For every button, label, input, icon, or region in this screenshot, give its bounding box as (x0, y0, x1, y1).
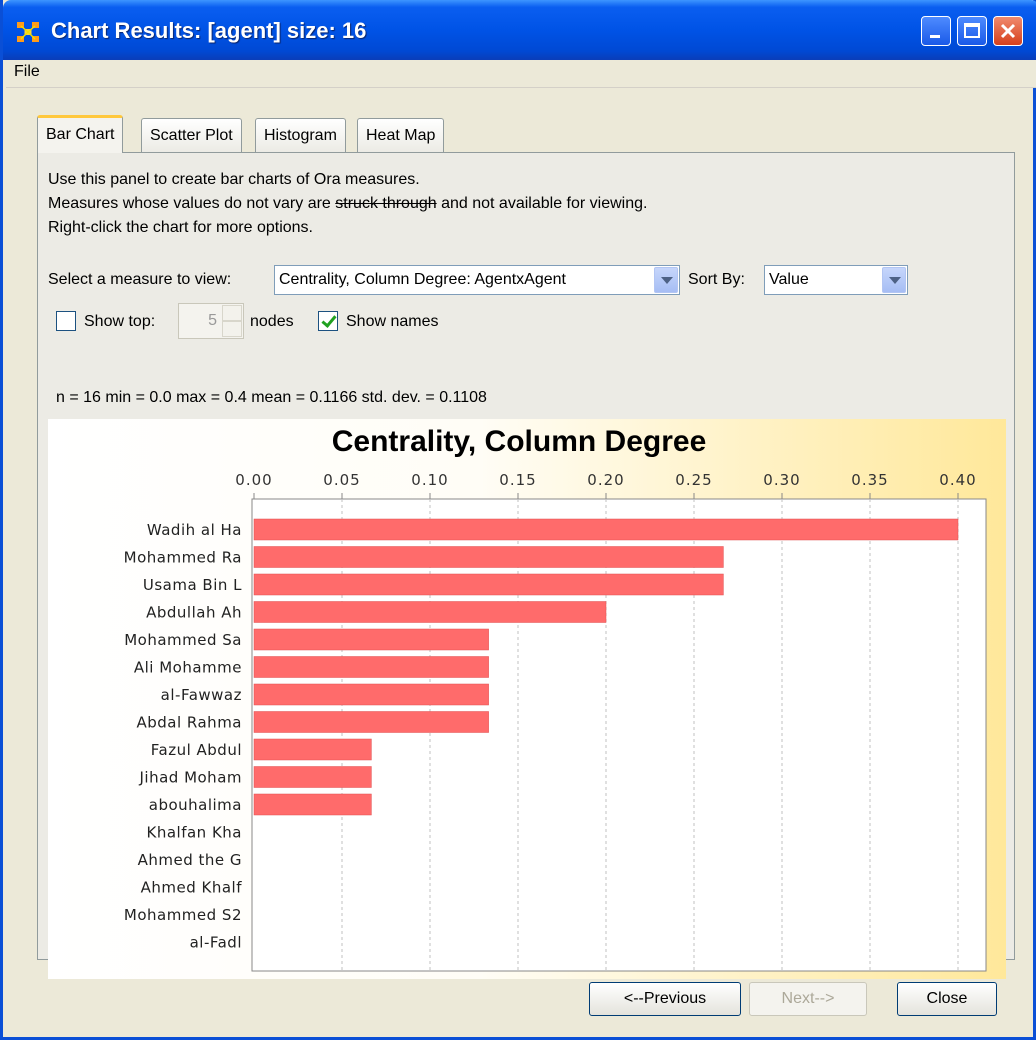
close-button[interactable]: Close (897, 982, 997, 1016)
show-names-label: Show names (346, 313, 439, 330)
description-line-2-start: Measures whose values do not vary are (48, 195, 336, 212)
show-top-checkbox[interactable] (56, 311, 76, 331)
close-icon (1000, 23, 1016, 39)
tick-label: 0.35 (851, 471, 888, 489)
previous-button[interactable]: <--Previous (589, 982, 741, 1016)
bar (253, 683, 489, 706)
tick-label: 0.05 (323, 471, 360, 489)
chevron-down-icon[interactable] (654, 267, 678, 293)
category-label: Usama Bin L (143, 576, 242, 594)
window-title: Chart Results: [agent] size: 16 (51, 18, 367, 43)
bar (253, 793, 372, 816)
bar-chart-area[interactable]: Centrality, Column Degree 0.00 0.05 0.10 0.1… (48, 419, 1006, 979)
tab-heat-map[interactable]: Heat Map (357, 118, 445, 152)
bar (253, 656, 489, 678)
maximize-icon (964, 23, 980, 38)
category-label: Ahmed Khalf (141, 879, 243, 897)
struck-through-example: struck through (335, 195, 437, 212)
show-names-checkbox[interactable] (318, 311, 338, 331)
category-label: abouhalima (149, 796, 242, 814)
tab-histogram[interactable]: Histogram (255, 118, 346, 152)
show-top-value: 5 (208, 312, 217, 329)
description-line-1: Use this panel to create bar charts of O… (48, 171, 420, 188)
chart-results-window: Chart Results: [agent] size: 16 File Bar… (0, 0, 1036, 1040)
category-label: Khalfan Kha (147, 824, 243, 842)
bar (253, 628, 489, 651)
close-window-button[interactable] (993, 16, 1023, 46)
category-label: Wadih al Ha (147, 521, 242, 539)
category-label: Mohammed S2 (124, 906, 242, 924)
sort-by-select-value: Value (769, 271, 809, 288)
category-label: Mohammed Sa (124, 631, 242, 649)
title-bar[interactable]: Chart Results: [agent] size: 16 (3, 0, 1036, 60)
minimize-icon (930, 35, 940, 38)
category-label: Fazul Abdul (151, 741, 242, 759)
category-label: Ahmed the G (138, 851, 242, 869)
category-label: Mohammed Ra (124, 549, 242, 567)
bar (253, 518, 959, 541)
bar (253, 766, 372, 788)
nodes-label: nodes (250, 313, 294, 330)
chart-title: Centrality, Column Degree (332, 425, 707, 458)
description-line-3: Right-click the chart for more options. (48, 219, 313, 236)
next-button[interactable]: Next--> (749, 982, 867, 1016)
tab-scatter-plot[interactable]: Scatter Plot (141, 118, 242, 152)
tick-label: 0.15 (499, 471, 536, 489)
show-top-label: Show top: (84, 313, 156, 330)
bar (253, 601, 607, 623)
measure-select[interactable]: Centrality, Column Degree: AgentxAgent (274, 265, 680, 295)
bar-chart-panel: Use this panel to create bar charts of O… (37, 152, 1015, 979)
tick-label: 0.10 (411, 471, 448, 489)
chevron-down-icon[interactable] (882, 267, 906, 293)
tick-label: 0.40 (939, 471, 976, 489)
category-label: Abdal Rahma (136, 714, 242, 732)
tick-label: 0.20 (587, 471, 624, 489)
description-line-2: Measures whose values do not vary are st… (48, 195, 647, 213)
bar (253, 573, 724, 596)
category-label: al-Fadl (190, 934, 242, 952)
tab-bar-chart[interactable]: Bar Chart (37, 115, 124, 153)
spinner-up-icon[interactable] (222, 305, 242, 321)
show-top-spinner[interactable]: 5 (178, 303, 244, 339)
bar (253, 711, 489, 733)
bar (253, 546, 724, 568)
statistics-summary: n = 16 min = 0.0 max = 0.4 mean = 0.1166… (56, 389, 487, 406)
tick-label: 0.30 (763, 471, 800, 489)
plot-area (251, 498, 987, 972)
measure-label: Select a measure to view: (48, 271, 232, 288)
bar (253, 738, 372, 761)
description-line-2-end: and not available for viewing. (436, 195, 648, 212)
menu-bar: File (6, 60, 1036, 88)
category-label: Ali Mohamme (134, 659, 242, 677)
tabbed-panel: Bar Chart Scatter Plot Histogram Heat Ma… (37, 115, 1015, 979)
category-label: al-Fawwaz (161, 686, 242, 704)
tick-label: 0.25 (675, 471, 712, 489)
minimize-button[interactable] (921, 16, 951, 46)
bar-chart[interactable]: Centrality, Column Degree 0.00 0.05 0.10 0.1… (48, 419, 1006, 979)
sort-by-select[interactable]: Value (764, 265, 908, 295)
category-label: Abdullah Ah (146, 604, 242, 622)
category-label: Jihad Moham (138, 769, 242, 787)
spinner-down-icon[interactable] (222, 321, 242, 337)
sort-by-label: Sort By: (688, 271, 745, 288)
maximize-button[interactable] (957, 16, 987, 46)
tick-label: 0.00 (235, 471, 272, 489)
menu-file[interactable]: File (14, 63, 40, 81)
ora-app-icon (17, 22, 39, 42)
spinner-buttons[interactable] (222, 305, 242, 337)
measure-select-value: Centrality, Column Degree: AgentxAgent (279, 271, 566, 288)
